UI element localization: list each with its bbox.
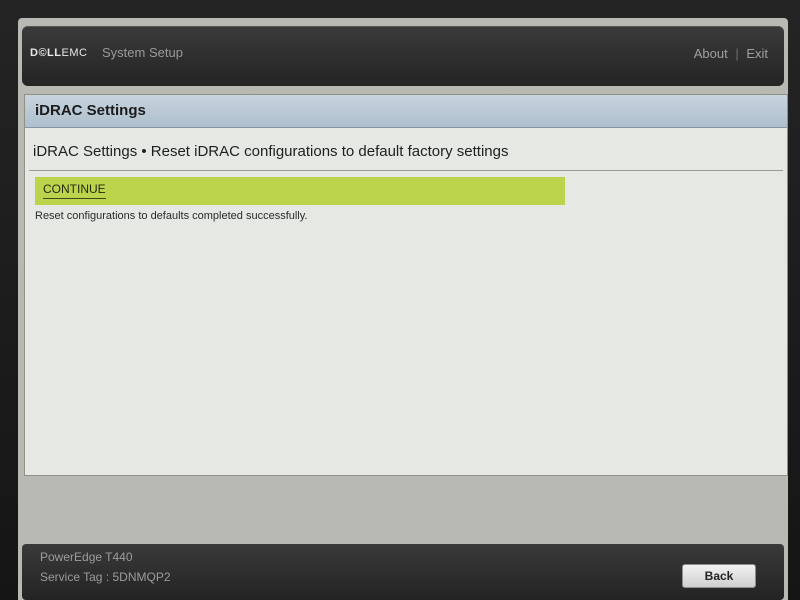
status-message: Reset configurations to defaults complet… [35, 210, 308, 222]
monitor-bezel: D©LLEMC System Setup About | Exit iDRAC … [0, 0, 800, 600]
service-tag: Service Tag : 5DNMQP2 [40, 570, 171, 584]
link-separator: | [735, 46, 739, 61]
system-model: PowerEdge T440 [40, 550, 133, 564]
about-link[interactable]: About [694, 46, 728, 61]
continue-button[interactable]: CONTINUE [35, 177, 565, 205]
continue-label: CONTINUE [43, 182, 106, 199]
main-panel: iDRAC Settings iDRAC Settings • Reset iD… [24, 94, 788, 476]
screen: D©LLEMC System Setup About | Exit iDRAC … [18, 18, 788, 600]
footer-bar: PowerEdge T440 Service Tag : 5DNMQP2 Bac… [22, 544, 784, 600]
dell-emc-logo: D©LLEMC [30, 47, 87, 59]
back-button[interactable]: Back [682, 564, 756, 588]
page-heading: iDRAC Settings • Reset iDRAC configurati… [33, 143, 509, 160]
logo-emc: EMC [61, 47, 88, 59]
exit-link[interactable]: Exit [746, 46, 768, 61]
top-bar: D©LLEMC System Setup About | Exit [22, 26, 784, 86]
section-header: iDRAC Settings [25, 95, 787, 128]
logo-dell: D©LL [30, 47, 62, 59]
heading-divider [29, 170, 783, 171]
top-links: About | Exit [694, 46, 768, 61]
app-title: System Setup [102, 45, 183, 60]
section-title: iDRAC Settings [35, 102, 146, 119]
